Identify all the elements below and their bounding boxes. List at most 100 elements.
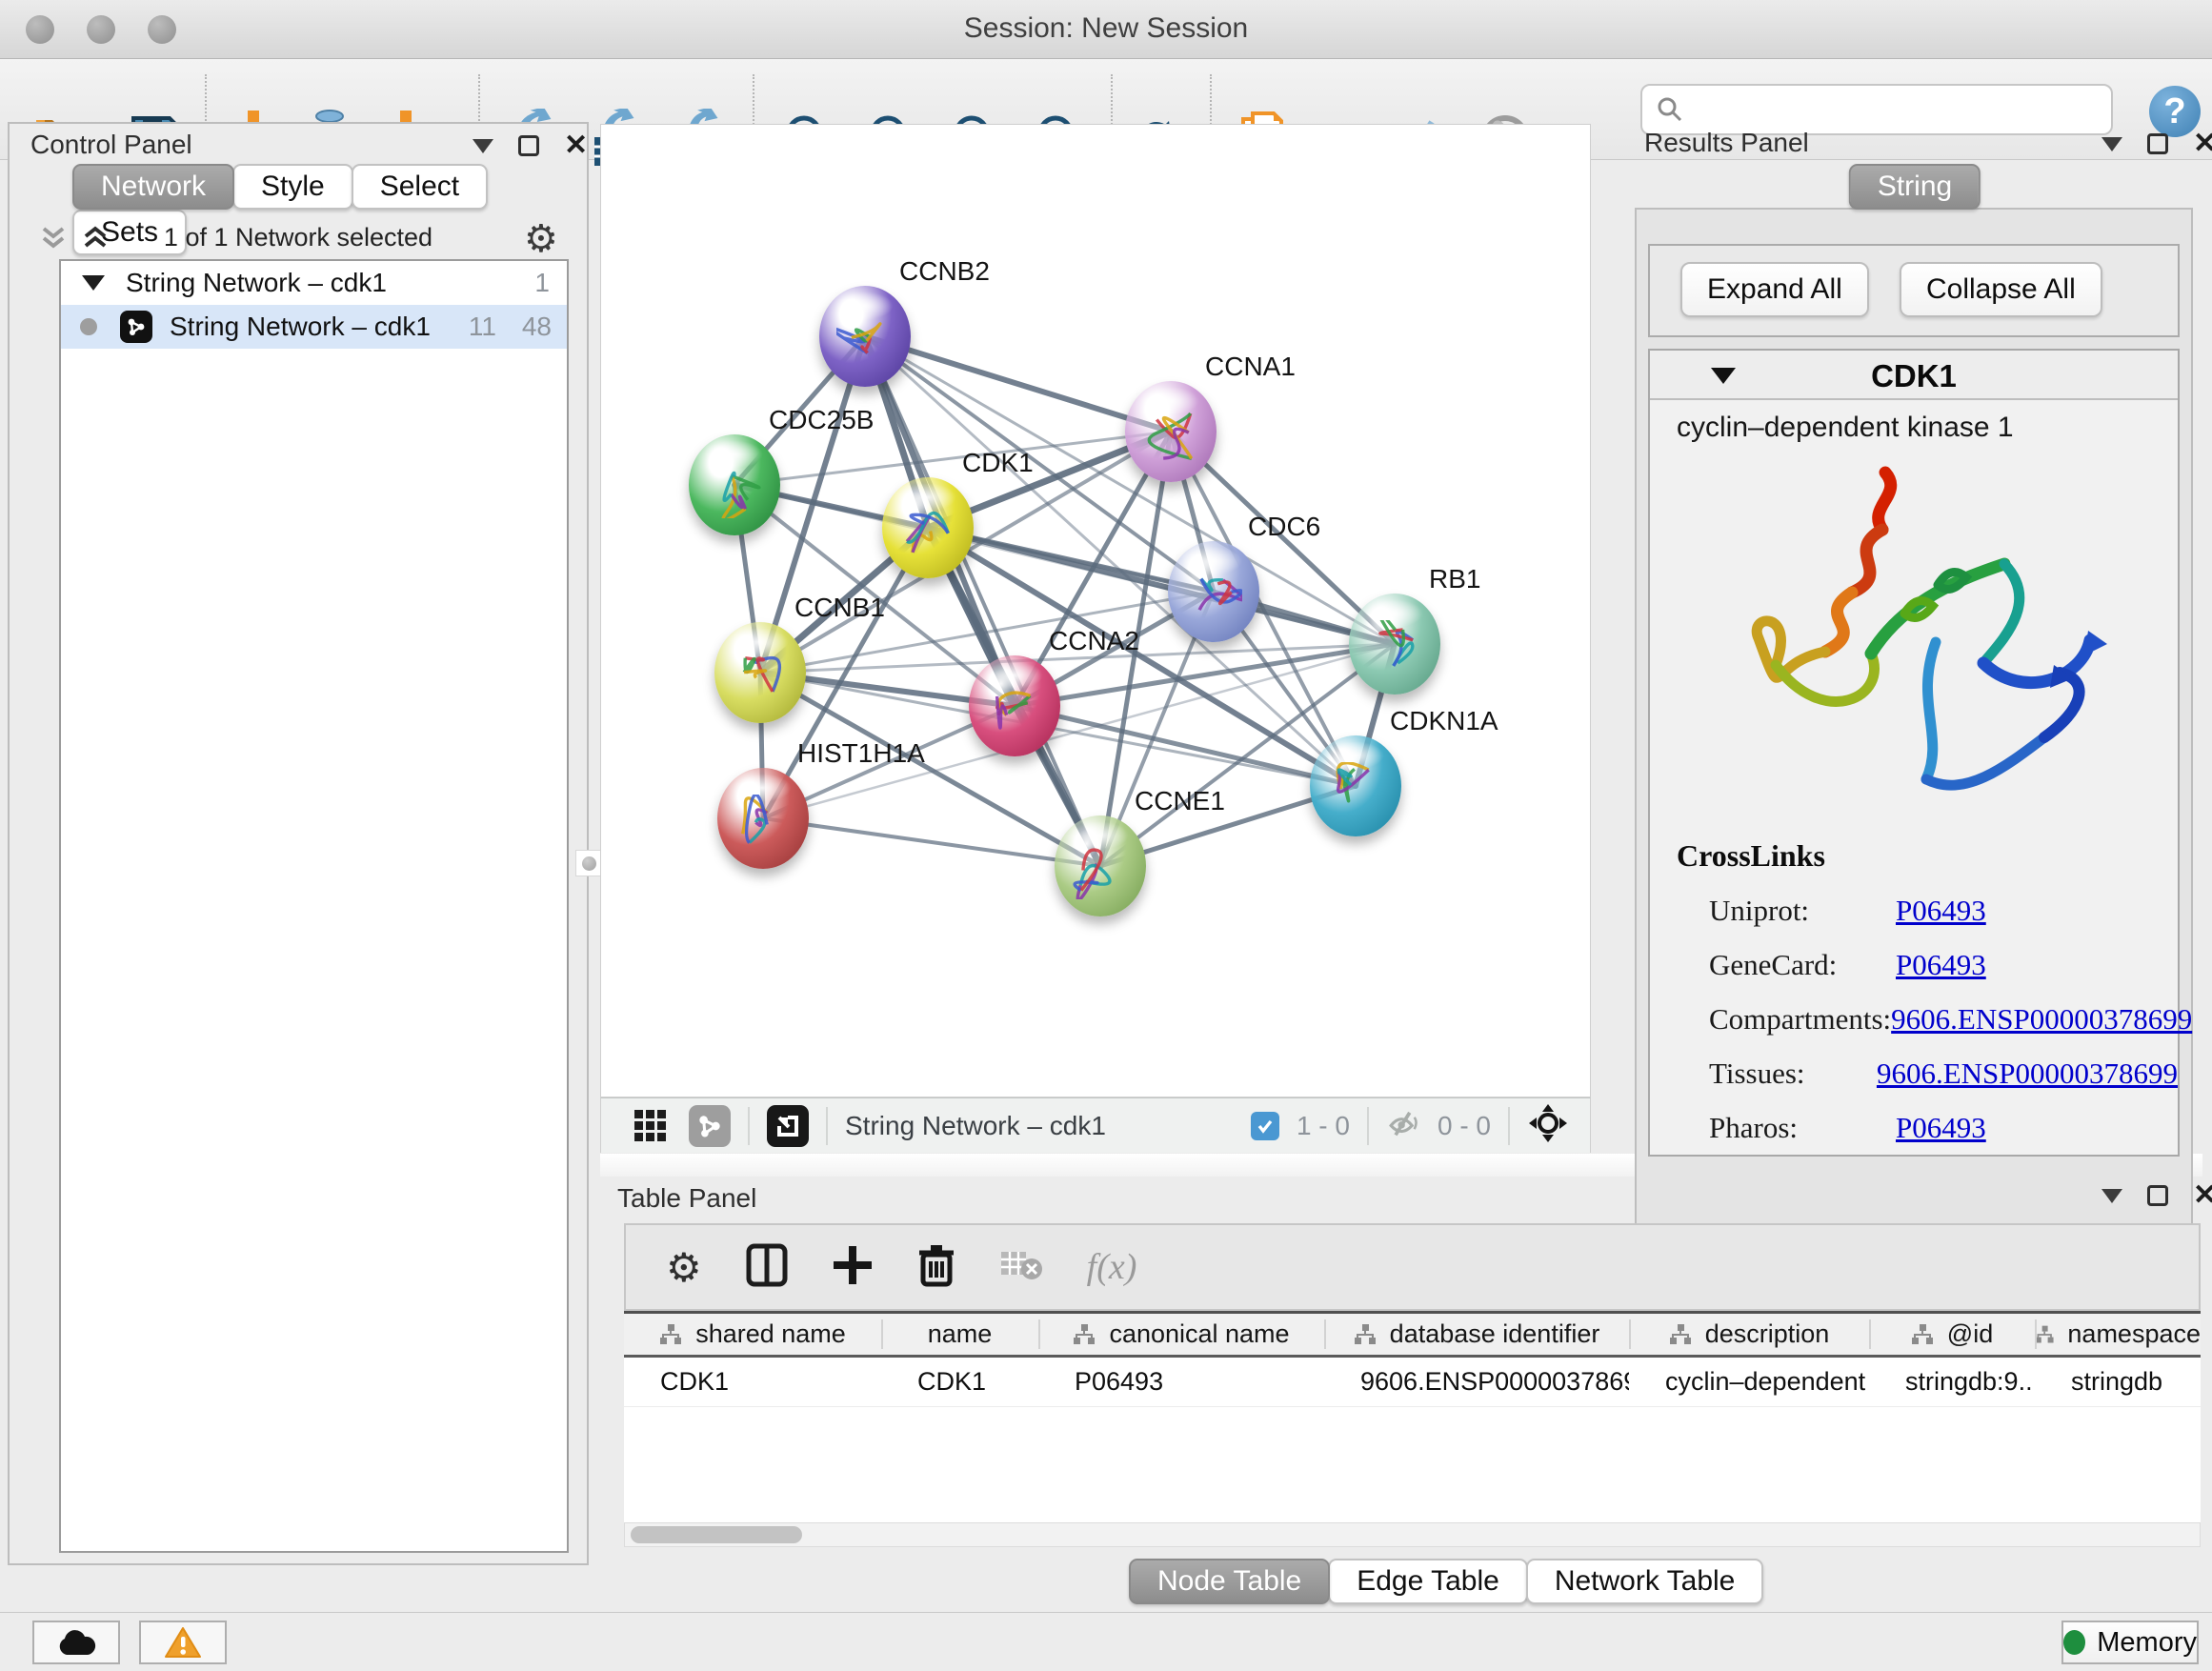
application-window: Session: New Session — [0, 0, 2212, 1671]
node-label-cdc25b: CDC25B — [769, 405, 874, 435]
node-label-ccna1: CCNA1 — [1205, 352, 1296, 382]
function-builder-icon[interactable]: f(x) — [1087, 1246, 1137, 1288]
table-horizontal-scrollbar[interactable] — [624, 1522, 2201, 1547]
collapse-all-button[interactable]: Collapse All — [1900, 262, 2102, 317]
delete-column-icon[interactable] — [917, 1243, 955, 1292]
network-view-title: String Network – cdk1 — [845, 1111, 1106, 1141]
cloud-status-button[interactable] — [32, 1621, 120, 1664]
panel-float-icon[interactable] — [518, 135, 539, 156]
network-node-ccnb1[interactable] — [714, 622, 806, 723]
crosslink-link[interactable]: 9606.ENSP00000378699 — [1891, 1002, 2192, 1037]
crosslink-link[interactable]: 9606.ENSP00000378699 — [1877, 1057, 2178, 1091]
gene-name: CDK1 — [1650, 358, 2178, 394]
column-header-database-identifier[interactable]: database identifier — [1324, 1313, 1629, 1357]
control-panel-title: Control Panel — [30, 130, 192, 160]
network-view-statusbar: String Network – cdk1 1 - 0 0 - 0 — [600, 1097, 1591, 1153]
control-panel-window-controls: ✕ — [473, 135, 588, 156]
splitter-handle[interactable] — [575, 850, 602, 876]
table-panel-tabs: Node TableEdge TableNetwork Table — [1129, 1559, 1761, 1604]
node-label-ccnb1: CCNB1 — [794, 593, 885, 623]
panel-menu-icon[interactable] — [2101, 137, 2122, 151]
control-panel: Control Panel ✕ NetworkStyleSelectSets 1… — [8, 122, 589, 1565]
table-header-row: shared name name canonical name database… — [624, 1313, 2201, 1357]
table-options-gear-icon[interactable]: ⚙ — [666, 1244, 702, 1291]
memory-button[interactable]: Memory — [2061, 1621, 2199, 1664]
crosslink-row: Tissues: 9606.ENSP00000378699 — [1709, 1057, 2178, 1091]
network-node-cdkn1a[interactable] — [1310, 735, 1401, 836]
crosslink-link[interactable]: P06493 — [1896, 948, 1986, 982]
network-node-ccnb2[interactable] — [819, 286, 911, 387]
scrollbar-thumb[interactable] — [631, 1526, 802, 1543]
selected-checkbox-icon[interactable] — [1251, 1112, 1279, 1140]
network-edges — [601, 125, 1592, 1098]
crosslink-label: Tissues: — [1709, 1057, 1877, 1091]
network-label: String Network – cdk1 — [170, 312, 431, 342]
network-node-cdc6[interactable] — [1168, 541, 1259, 642]
panel-float-icon[interactable] — [2147, 133, 2168, 154]
network-tree: String Network – cdk1 1 String Network –… — [59, 259, 569, 1553]
network-options-gear-icon[interactable]: ⚙ — [524, 217, 558, 261]
string-results-container: Expand All Collapse All CDK1 cyclin–depe… — [1635, 208, 2193, 1282]
network-node-cdk1[interactable] — [882, 477, 974, 578]
tab-network[interactable]: Network — [72, 164, 234, 210]
column-header-namespace[interactable]: namespace — [2035, 1313, 2201, 1357]
node-label-cdc6: CDC6 — [1248, 512, 1320, 542]
birds-eye-view-icon[interactable] — [1527, 1102, 1569, 1149]
title-bar: Session: New Session — [0, 0, 2212, 59]
hidden-count: 0 - 0 — [1438, 1111, 1491, 1141]
network-node-ccna2[interactable] — [969, 655, 1060, 756]
tab-style[interactable]: Style — [232, 164, 353, 210]
column-type-icon — [1354, 1324, 1377, 1345]
open-in-window-icon[interactable] — [767, 1105, 809, 1147]
column-header-description[interactable]: description — [1629, 1313, 1869, 1357]
show-columns-icon[interactable] — [746, 1243, 788, 1292]
edge-count: 48 — [522, 312, 552, 342]
network-node-hist1h1a[interactable] — [717, 768, 809, 869]
tree-expand-icon[interactable] — [82, 275, 105, 291]
column-header-canonical-name[interactable]: canonical name — [1038, 1313, 1324, 1357]
gene-header[interactable]: CDK1 — [1650, 351, 2178, 400]
network-status-dot-icon — [80, 318, 97, 335]
statusbar-separator — [1367, 1107, 1369, 1145]
search-input[interactable] — [1684, 94, 2084, 125]
network-node-ccna1[interactable] — [1125, 381, 1217, 482]
cell-description: cyclin–dependent ... — [1629, 1357, 1869, 1406]
column-header-shared-name[interactable]: shared name — [624, 1313, 881, 1357]
panel-menu-icon[interactable] — [2101, 1189, 2122, 1203]
warning-button[interactable] — [139, 1621, 227, 1664]
column-header-id[interactable]: @id — [1869, 1313, 2035, 1357]
crosslink-link[interactable]: P06493 — [1896, 1111, 1986, 1145]
tab-node-table[interactable]: Node Table — [1129, 1559, 1330, 1604]
crosslink-link[interactable]: P06493 — [1896, 894, 1986, 928]
network-node-rb1[interactable] — [1349, 594, 1440, 695]
panel-float-icon[interactable] — [2147, 1185, 2168, 1206]
tab-network-table[interactable]: Network Table — [1526, 1559, 1764, 1604]
column-type-icon — [1073, 1324, 1096, 1345]
network-selection-row: 1 of 1 Network selected ⚙ — [10, 215, 587, 259]
view-grid-icon[interactable] — [630, 1105, 672, 1147]
table-body-empty — [624, 1407, 2201, 1522]
network-collection-row[interactable]: String Network – cdk1 1 — [61, 261, 567, 305]
cloud-icon — [55, 1628, 97, 1657]
tab-edge-table[interactable]: Edge Table — [1328, 1559, 1528, 1604]
network-row[interactable]: String Network – cdk1 11 48 — [61, 305, 567, 349]
cell-database-identifier: 9606.ENSP00000378699 — [1324, 1357, 1629, 1406]
table-row[interactable]: CDK1 CDK1 P06493 9606.ENSP00000378699 cy… — [624, 1357, 2201, 1406]
panel-menu-icon[interactable] — [473, 139, 493, 153]
node-label-ccnb2: CCNB2 — [899, 256, 990, 287]
expand-all-button[interactable]: Expand All — [1680, 262, 1869, 317]
column-header-name[interactable]: name — [881, 1313, 1038, 1357]
network-canvas[interactable]: CCNB2CCNA1CDC25BCDK1CDC6RB1CCNB1CCNA2CDK… — [600, 124, 1591, 1097]
delete-table-icon[interactable] — [999, 1248, 1043, 1287]
expand-collapse-box: Expand All Collapse All — [1648, 244, 2180, 337]
panel-close-icon[interactable]: ✕ — [564, 135, 588, 156]
memory-status-icon — [2063, 1630, 2085, 1655]
network-node-ccne1[interactable] — [1055, 815, 1146, 916]
add-column-icon[interactable] — [832, 1244, 874, 1291]
network-badge-icon[interactable] — [689, 1105, 731, 1147]
results-tab-string[interactable]: String — [1849, 164, 1979, 210]
network-node-cdc25b[interactable] — [689, 434, 780, 535]
panel-close-icon[interactable]: ✕ — [2193, 133, 2212, 154]
tab-select[interactable]: Select — [352, 164, 488, 210]
panel-close-icon[interactable]: ✕ — [2193, 1185, 2212, 1206]
